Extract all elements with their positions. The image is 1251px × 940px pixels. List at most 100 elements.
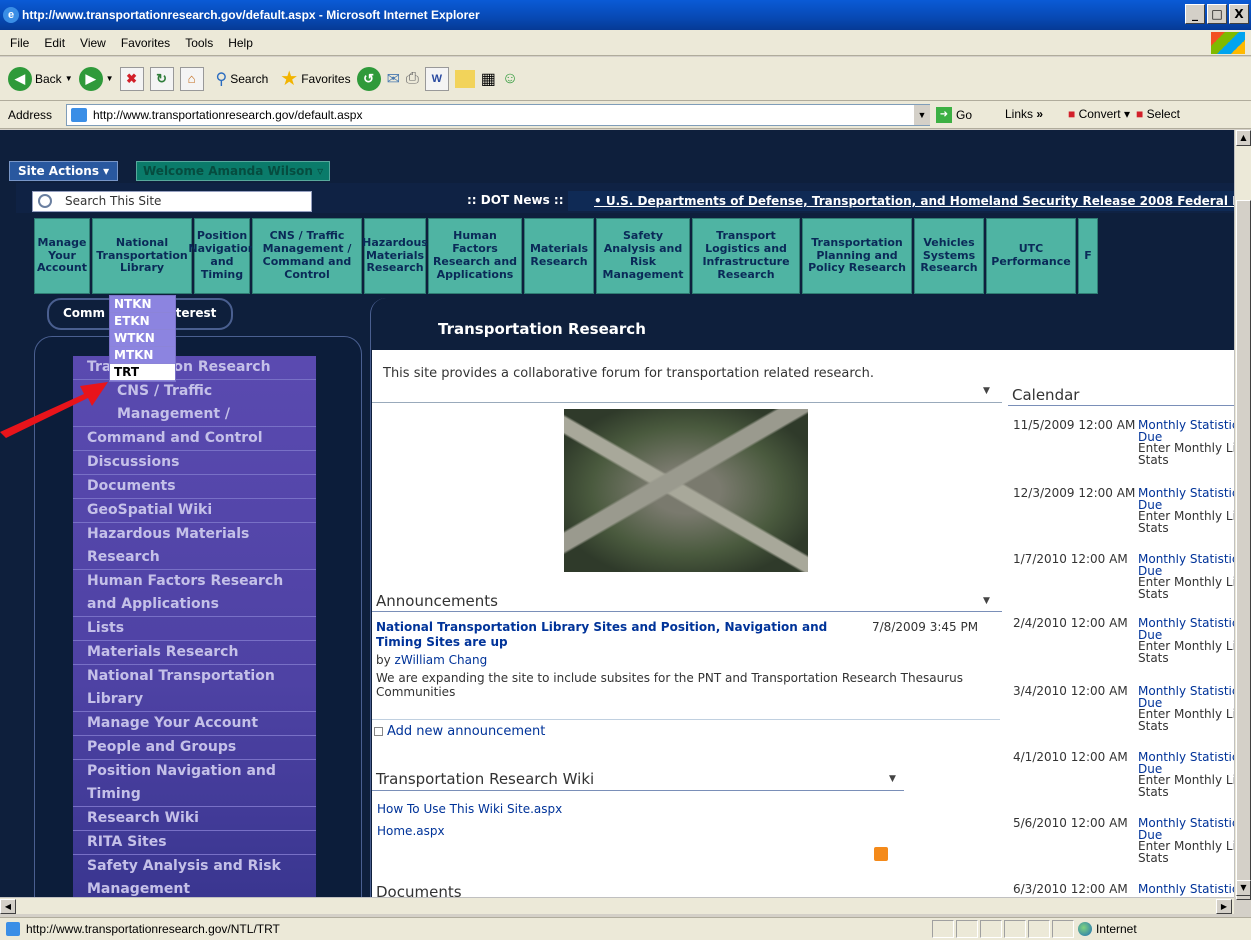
menu-tools[interactable]: Tools bbox=[185, 36, 213, 50]
back-button[interactable]: ◀ Back ▼ bbox=[8, 66, 73, 91]
convert-toolbar: ■ Convert ▾ ■ Select bbox=[1068, 107, 1180, 121]
home-icon[interactable]: ⌂ bbox=[179, 66, 204, 91]
scroll-thumb[interactable] bbox=[1236, 200, 1251, 900]
scroll-left-icon[interactable]: ◀ bbox=[0, 899, 16, 914]
horizontal-scrollbar[interactable]: ◀ ▶ bbox=[0, 897, 1234, 914]
favorites-button[interactable]: ★ Favorites bbox=[280, 66, 350, 91]
forward-dropdown-icon[interactable]: ▼ bbox=[106, 74, 114, 83]
flyout-item-etkn[interactable]: ETKN bbox=[110, 313, 175, 330]
print-icon[interactable]: ⎙ bbox=[406, 70, 419, 88]
site-actions-menu[interactable]: Site Actions ▾ bbox=[9, 161, 119, 181]
minimize-button[interactable]: _ bbox=[1185, 4, 1205, 24]
address-url: http://www.transportationresearch.gov/de… bbox=[93, 108, 363, 122]
announcement-title-link[interactable]: National Transportation Library Sites an… bbox=[376, 620, 836, 650]
tab-vehicles-systems[interactable]: Vehicles Systems Research bbox=[914, 218, 984, 294]
stop-icon[interactable]: ✖ bbox=[119, 66, 144, 91]
left-nav-first-rest: on Research bbox=[173, 359, 271, 375]
wiki-menu-icon[interactable]: ▼ bbox=[889, 774, 896, 784]
left-nav-national-transportation[interactable]: National Transportation bbox=[73, 665, 316, 688]
search-button[interactable]: ⚲ Search bbox=[216, 69, 269, 89]
left-nav-safety-analysis[interactable]: Safety Analysis and Risk bbox=[73, 855, 316, 878]
left-nav-library[interactable]: Library bbox=[73, 688, 316, 712]
announcements-menu-icon[interactable]: ▼ bbox=[983, 596, 990, 606]
scroll-right-icon[interactable]: ▶ bbox=[1216, 899, 1232, 914]
left-nav-position-navigation[interactable]: Position Navigation and bbox=[73, 760, 316, 783]
tab-materials-research[interactable]: Materials Research bbox=[524, 218, 594, 294]
forward-button[interactable]: ▶ ▼ bbox=[78, 66, 114, 91]
links-button[interactable]: Links » bbox=[1005, 107, 1043, 121]
folder-icon[interactable] bbox=[454, 69, 475, 88]
tab-hazardous-materials[interactable]: Hazardous Materials Research bbox=[362, 218, 428, 294]
scroll-down-icon[interactable]: ▼ bbox=[1236, 880, 1251, 896]
calendar-divider bbox=[1008, 405, 1234, 406]
word-icon[interactable]: W bbox=[424, 66, 449, 91]
tab-manage-account[interactable]: Manage Your Account bbox=[34, 218, 90, 294]
history-icon[interactable]: ↺ bbox=[356, 66, 381, 91]
rss-icon[interactable] bbox=[874, 847, 888, 861]
status-zone-3 bbox=[980, 920, 1002, 938]
address-input[interactable]: http://www.transportationresearch.gov/de… bbox=[66, 104, 930, 126]
calendar-entry-title-link[interactable]: Monthly Statistic bbox=[1138, 884, 1234, 896]
wiki-link-home[interactable]: Home.aspx bbox=[377, 824, 445, 838]
scroll-up-icon[interactable]: ▲ bbox=[1236, 130, 1251, 146]
tab-partial[interactable]: F bbox=[1078, 218, 1098, 294]
tab-safety-analysis[interactable]: Safety Analysis and Risk Management bbox=[596, 218, 690, 294]
messenger-icon[interactable]: ☺ bbox=[502, 70, 518, 88]
news-ticker-link[interactable]: • U.S. Departments of Defense, Transport… bbox=[568, 191, 1234, 211]
select-button[interactable]: ■ Select bbox=[1136, 107, 1180, 121]
left-nav-manage-account[interactable]: Manage Your Account bbox=[73, 712, 316, 736]
menu-edit[interactable]: Edit bbox=[44, 36, 65, 50]
left-nav-human-factors[interactable]: Human Factors Research bbox=[73, 570, 316, 593]
left-nav-research-wiki[interactable]: Research Wiki bbox=[73, 807, 316, 831]
left-nav-discussions[interactable]: Discussions bbox=[73, 451, 316, 475]
flyout-item-wtkn[interactable]: WTKN bbox=[110, 330, 175, 347]
flyout-item-trt[interactable]: TRT bbox=[110, 364, 175, 381]
add-new-announcement-link[interactable]: Add new announcement bbox=[374, 724, 545, 739]
left-nav-documents[interactable]: Documents bbox=[73, 475, 316, 499]
tab-human-factors[interactable]: Human Factors Research and Applications bbox=[428, 218, 522, 294]
tab-national-transportation-library[interactable]: National Transportation Library bbox=[92, 218, 192, 294]
left-nav-materials-research[interactable]: Materials Research bbox=[73, 641, 316, 665]
menu-help[interactable]: Help bbox=[228, 36, 253, 50]
menu-view[interactable]: View bbox=[80, 36, 106, 50]
refresh-icon[interactable]: ↻ bbox=[149, 66, 174, 91]
announcements-title: Announcements bbox=[376, 592, 498, 610]
site-search-input[interactable]: Search This Site bbox=[32, 191, 312, 212]
wiki-link-how-to[interactable]: How To Use This Wiki Site.aspx bbox=[377, 802, 562, 816]
convert-button[interactable]: ■ Convert ▾ bbox=[1068, 107, 1130, 121]
left-nav-timing[interactable]: Timing bbox=[73, 783, 316, 807]
tab-cns-traffic[interactable]: CNS / Traffic Management / Command and C… bbox=[252, 218, 362, 294]
menu-bar: File Edit View Favorites Tools Help bbox=[0, 30, 1251, 56]
close-button[interactable]: X bbox=[1229, 4, 1249, 24]
left-nav-rita-sites[interactable]: RITA Sites bbox=[73, 831, 316, 855]
wiki-title: Transportation Research Wiki bbox=[376, 770, 595, 788]
menu-file[interactable]: File bbox=[10, 36, 29, 50]
left-nav-lists[interactable]: Lists bbox=[73, 617, 316, 641]
back-dropdown-icon[interactable]: ▼ bbox=[65, 74, 73, 83]
go-button[interactable]: ➜ Go bbox=[936, 107, 972, 123]
left-nav-geospatial-wiki[interactable]: GeoSpatial Wiki bbox=[73, 499, 316, 523]
vertical-scrollbar[interactable]: ▲ ▼ bbox=[1234, 130, 1251, 900]
tab-transportation-planning[interactable]: Transportation Planning and Policy Resea… bbox=[802, 218, 912, 294]
menu-favorites[interactable]: Favorites bbox=[121, 36, 170, 50]
author-link[interactable]: zWilliam Chang bbox=[395, 653, 488, 667]
site-description: This site provides a collaborative forum… bbox=[383, 366, 874, 381]
left-nav-human-factors-2[interactable]: and Applications bbox=[73, 593, 316, 617]
flyout-item-mtkn[interactable]: MTKN bbox=[110, 347, 175, 364]
welcome-menu[interactable]: Welcome Amanda Wilson ▿ bbox=[136, 161, 331, 181]
left-nav-management[interactable]: Management bbox=[73, 878, 316, 897]
left-nav-hazardous-materials-2[interactable]: Research bbox=[73, 546, 316, 570]
research-icon[interactable]: ▦ bbox=[481, 69, 496, 89]
tab-transport-logistics[interactable]: Transport Logistics and Infrastructure R… bbox=[692, 218, 800, 294]
tab-utc-performance[interactable]: UTC Performance bbox=[986, 218, 1076, 294]
left-nav-people-groups[interactable]: People and Groups bbox=[73, 736, 316, 760]
byline-prefix: by bbox=[376, 653, 391, 667]
flyout-item-ntkn[interactable]: NTKN bbox=[110, 296, 175, 313]
address-dropdown-icon[interactable]: ▼ bbox=[914, 105, 930, 125]
maximize-button[interactable]: □ bbox=[1207, 4, 1227, 24]
left-nav-hazardous-materials[interactable]: Hazardous Materials bbox=[73, 523, 316, 546]
tab-position-navigation-timing[interactable]: Position Navigation and Timing bbox=[188, 218, 256, 294]
dot-news-label: :: DOT News :: bbox=[467, 193, 564, 207]
mail-icon[interactable]: ✉ bbox=[387, 69, 400, 89]
webpart-menu-icon[interactable]: ▼ bbox=[983, 386, 990, 396]
